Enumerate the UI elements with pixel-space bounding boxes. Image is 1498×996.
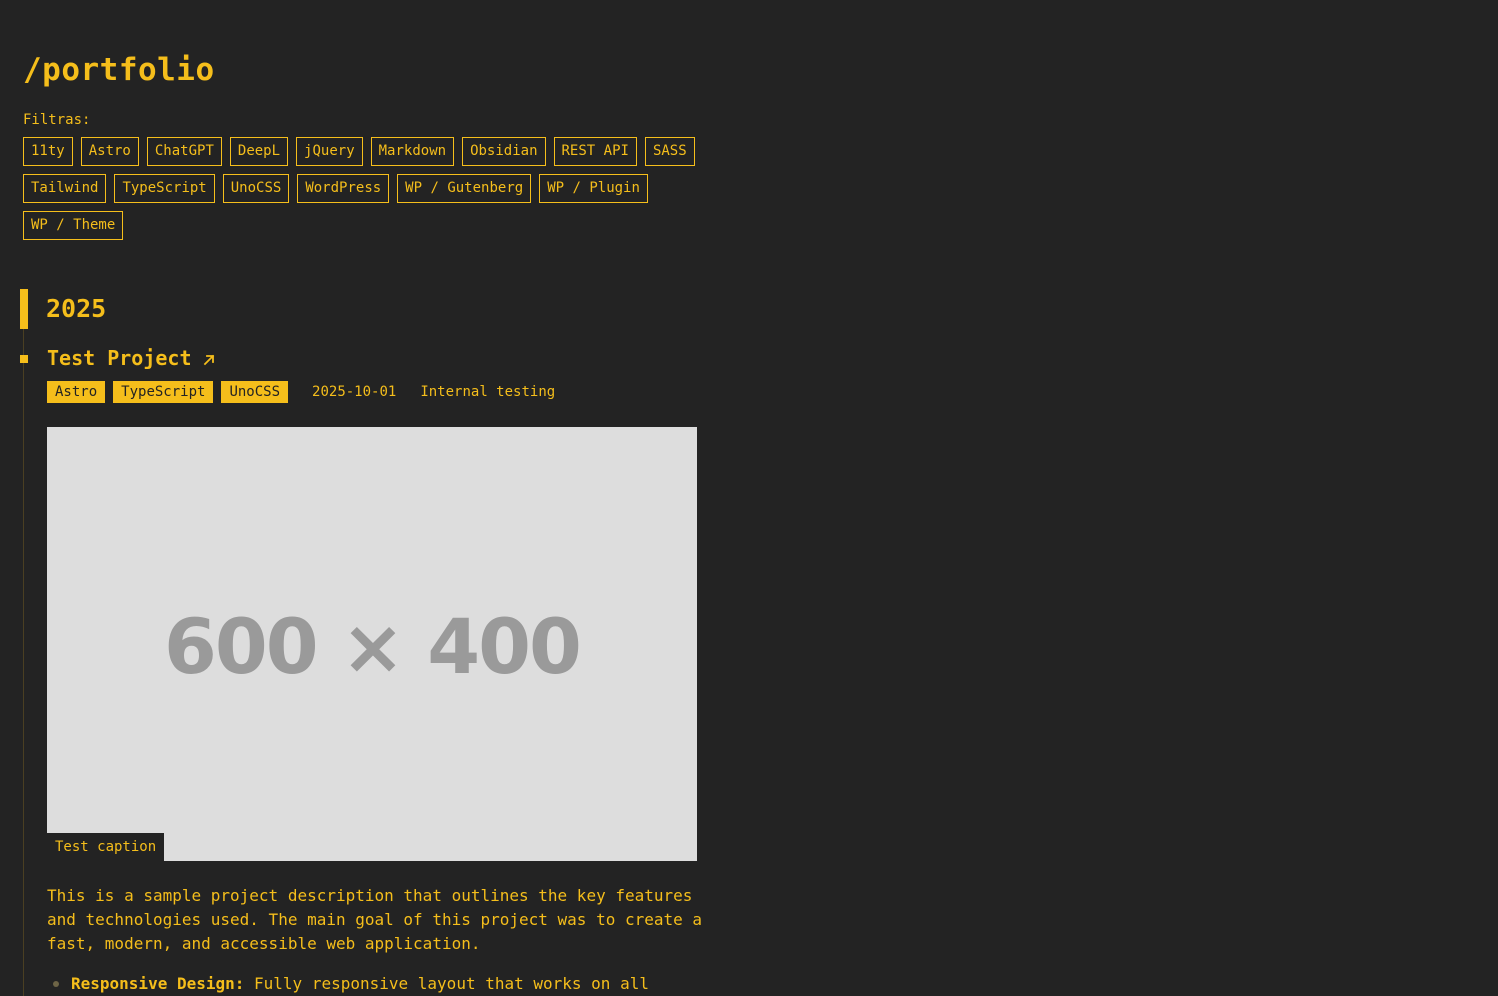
filter-chip-wp-gutenberg[interactable]: WP / Gutenberg: [397, 174, 532, 203]
filter-chip-wp-plugin[interactable]: WP / Plugin: [539, 174, 648, 203]
filter-chip-deepl[interactable]: DeepL: [229, 137, 289, 166]
project-description: This is a sample project description tha…: [47, 886, 703, 953]
project-tag-astro[interactable]: Astro: [47, 381, 106, 403]
feature-text: Fully responsive layout that works on al…: [244, 974, 649, 993]
filter-chip-sass[interactable]: SASS: [644, 137, 695, 166]
filter-chip-typescript[interactable]: TypeScript: [114, 174, 215, 203]
filter-chip-tailwind[interactable]: Tailwind: [23, 174, 107, 203]
filter-chip-markdown[interactable]: Markdown: [370, 137, 455, 166]
project-marker: [20, 355, 28, 363]
project-tag-unocss[interactable]: UnoCSS: [221, 381, 289, 403]
project-image: 600 × 400 Test caption: [47, 427, 697, 861]
project-title: Test Project: [47, 346, 192, 370]
timeline-line: [23, 329, 24, 996]
year-marker: [20, 289, 28, 329]
filters-label: Filtras:: [23, 112, 91, 128]
filter-chip-11ty[interactable]: 11ty: [23, 137, 73, 166]
project-meta: Astro TypeScript UnoCSS 2025-10-01 Inter…: [47, 381, 555, 403]
project-title-link[interactable]: Test Project: [47, 344, 216, 372]
filter-chip-wp-theme[interactable]: WP / Theme: [23, 211, 124, 240]
filter-list: 11ty Astro ChatGPT DeepL jQuery Markdown Obsid…: [23, 137, 713, 240]
feature-title: Responsive Design:: [71, 974, 245, 993]
filter-chip-jquery[interactable]: jQuery: [296, 137, 363, 166]
image-placeholder-text: 600 × 400: [164, 602, 582, 691]
project-note: Internal testing: [420, 384, 556, 400]
filter-chip-unocss[interactable]: UnoCSS: [222, 174, 290, 203]
project-date: 2025-10-01: [312, 384, 397, 400]
arrow-up-right-icon: [203, 354, 214, 366]
filter-chip-wordpress[interactable]: WordPress: [297, 174, 390, 203]
filter-chip-astro[interactable]: Astro: [80, 137, 139, 166]
bullet-icon: [53, 981, 59, 987]
feature-list: Responsive Design: Fully responsive layo…: [47, 972, 707, 996]
page-title: /portfolio: [23, 52, 215, 88]
list-item: Responsive Design: Fully responsive layo…: [47, 972, 707, 996]
image-caption: Test caption: [47, 833, 165, 861]
filter-chip-rest-api[interactable]: REST API: [553, 137, 637, 166]
year-heading: 2025: [46, 294, 107, 323]
project-tag-typescript[interactable]: TypeScript: [113, 381, 214, 403]
filter-chip-chatgpt[interactable]: ChatGPT: [146, 137, 222, 166]
filter-chip-obsidian[interactable]: Obsidian: [462, 137, 546, 166]
